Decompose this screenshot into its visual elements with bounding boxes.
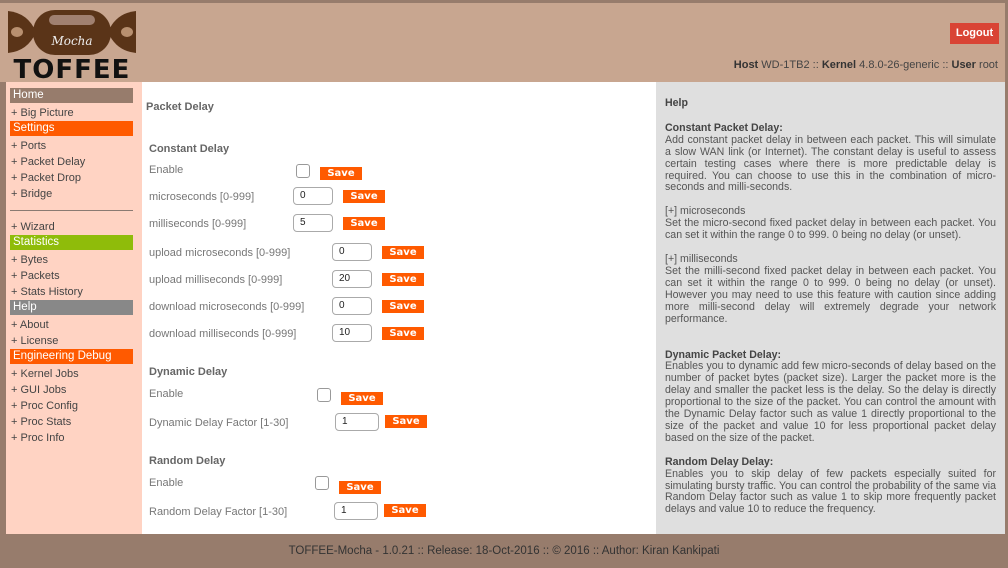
user-label: User xyxy=(951,59,976,71)
separator: :: xyxy=(942,59,949,71)
field-label: download microseconds [0-999] xyxy=(149,301,305,313)
help-milliseconds-heading: [+] milliseconds xyxy=(665,253,738,266)
sidebar-item-ports[interactable]: + Ports xyxy=(10,138,133,154)
logo-title: TOFFEE xyxy=(13,55,131,85)
sidebar-item-bytes[interactable]: + Bytes xyxy=(10,252,133,268)
toffee-mocha-logo[interactable]: Mocha TOFFEE xyxy=(6,7,138,85)
field-label: upload microseconds [0-999] xyxy=(149,247,291,259)
dynamic-enable-checkbox[interactable] xyxy=(317,388,331,402)
host-label: Host xyxy=(733,59,759,71)
upload-milliseconds-input[interactable] xyxy=(332,270,372,288)
sidebar-divider xyxy=(10,210,133,211)
sidebar-item-kernel-jobs[interactable]: + Kernel Jobs xyxy=(10,366,133,382)
sidebar-item-proc-config[interactable]: + Proc Config xyxy=(10,398,133,414)
help-dynamic-text: Enables you to dynamic add few micro-sec… xyxy=(665,360,996,444)
sidebar-item-proc-info[interactable]: + Proc Info xyxy=(10,430,133,446)
constant-enable-checkbox[interactable] xyxy=(296,164,310,178)
upload-microseconds-input[interactable] xyxy=(332,243,372,261)
help-panel: Help Constant Packet Delay: Add constant… xyxy=(656,82,1005,534)
sidebar-header-statistics[interactable]: Statistics xyxy=(10,235,133,250)
sidebar-item-wizard[interactable]: + Wizard xyxy=(10,219,133,235)
sidebar-header-settings[interactable]: Settings xyxy=(10,121,133,136)
help-random-text: Enables you to skip delay of few packets… xyxy=(665,467,996,516)
dynamic-factor-label: Dynamic Delay Factor [1-30] xyxy=(149,417,289,429)
random-enable-label: Enable xyxy=(149,477,184,489)
dynamic-enable-label: Enable xyxy=(149,388,184,400)
footer-text: TOFFEE-Mocha - 1.0.21 :: Release: 18-Oct… xyxy=(288,545,720,557)
download-microseconds-save-button[interactable]: Save xyxy=(382,300,424,313)
help-microseconds-heading: [+] microseconds xyxy=(665,205,746,218)
footer: TOFFEE-Mocha - 1.0.21 :: Release: 18-Oct… xyxy=(0,534,1008,562)
help-microseconds-text: Set the micro-second fixed packet delay … xyxy=(665,217,996,242)
host-value: WD-1TB2 xyxy=(761,59,810,71)
sidebar-item-proc-stats[interactable]: + Proc Stats xyxy=(10,414,133,430)
kernel-value: 4.8.0-26-generic xyxy=(859,59,940,71)
system-info: Host WD-1TB2 :: Kernel 4.8.0-26-generic … xyxy=(734,59,998,71)
sidebar-item-about[interactable]: + About xyxy=(10,317,133,333)
sidebar-item-packets[interactable]: + Packets xyxy=(10,268,133,284)
help-random-heading: Random Delay Delay: xyxy=(665,455,774,468)
download-milliseconds-input[interactable] xyxy=(332,324,372,342)
field-label: milliseconds [0-999] xyxy=(149,218,247,230)
sidebar-item-bridge[interactable]: + Bridge xyxy=(10,186,133,202)
help-title: Help xyxy=(665,97,688,109)
sidebar-header-engineering-debug[interactable]: Engineering Debug xyxy=(10,349,133,364)
download-microseconds-input[interactable] xyxy=(332,297,372,315)
sidebar-nav: Home + Big Picture Settings + Ports + Pa… xyxy=(10,88,133,446)
help-milliseconds-text: Set the milli-second fixed packet delay … xyxy=(665,264,996,325)
random-enable-save-button[interactable]: Save xyxy=(339,481,381,494)
random-factor-input[interactable] xyxy=(334,502,378,520)
sidebar-header-home[interactable]: Home xyxy=(10,88,133,103)
header: Mocha TOFFEE Logout Host WD-1TB2 :: Kern… xyxy=(0,0,1008,85)
sidebar-header-help[interactable]: Help xyxy=(10,300,133,315)
upload-milliseconds-save-button[interactable]: Save xyxy=(382,273,424,286)
dynamic-delay-title: Dynamic Delay xyxy=(149,366,228,378)
kernel-label: Kernel xyxy=(821,59,857,71)
candy-logo-icon xyxy=(8,10,136,55)
download-milliseconds-save-button[interactable]: Save xyxy=(382,327,424,340)
random-enable-checkbox[interactable] xyxy=(315,476,329,490)
upload-microseconds-save-button[interactable]: Save xyxy=(382,246,424,259)
sidebar: Home + Big Picture Settings + Ports + Pa… xyxy=(6,82,142,534)
milliseconds-save-button[interactable]: Save xyxy=(343,217,385,230)
random-factor-label: Random Delay Factor [1-30] xyxy=(149,506,288,518)
sidebar-item-stats-history[interactable]: + Stats History xyxy=(10,284,133,300)
logo-script-text: Mocha xyxy=(51,34,93,48)
constant-delay-title: Constant Delay xyxy=(149,143,230,155)
help-constant-text: Add constant packet delay in between eac… xyxy=(665,133,996,194)
dynamic-factor-input[interactable] xyxy=(335,413,379,431)
random-factor-save-button[interactable]: Save xyxy=(384,504,426,517)
milliseconds-input[interactable] xyxy=(293,214,333,232)
page-title: Packet Delay xyxy=(146,101,214,113)
help-constant-heading: Constant Packet Delay: xyxy=(665,121,783,134)
microseconds-input[interactable] xyxy=(293,187,333,205)
dynamic-enable-save-button[interactable]: Save xyxy=(341,392,383,405)
main-content: Packet Delay Constant Delay Enable Save … xyxy=(142,82,656,534)
separator: :: xyxy=(812,59,819,71)
field-label: microseconds [0-999] xyxy=(149,191,255,203)
random-delay-title: Random Delay xyxy=(149,455,226,467)
sidebar-item-packet-delay[interactable]: + Packet Delay xyxy=(10,154,133,170)
field-label: upload milliseconds [0-999] xyxy=(149,274,283,286)
logout-button[interactable]: Logout xyxy=(950,23,999,44)
microseconds-save-button[interactable]: Save xyxy=(343,190,385,203)
field-label: download milliseconds [0-999] xyxy=(149,328,297,340)
constant-enable-save-button[interactable]: Save xyxy=(320,167,362,180)
dynamic-factor-save-button[interactable]: Save xyxy=(385,415,427,428)
help-dynamic-heading: Dynamic Packet Delay: xyxy=(665,348,782,361)
sidebar-item-big-picture[interactable]: + Big Picture xyxy=(10,105,133,121)
constant-enable-label: Enable xyxy=(149,164,184,176)
user-value: root xyxy=(979,59,998,71)
sidebar-item-license[interactable]: + License xyxy=(10,333,133,349)
sidebar-item-gui-jobs[interactable]: + GUI Jobs xyxy=(10,382,133,398)
sidebar-item-packet-drop[interactable]: + Packet Drop xyxy=(10,170,133,186)
